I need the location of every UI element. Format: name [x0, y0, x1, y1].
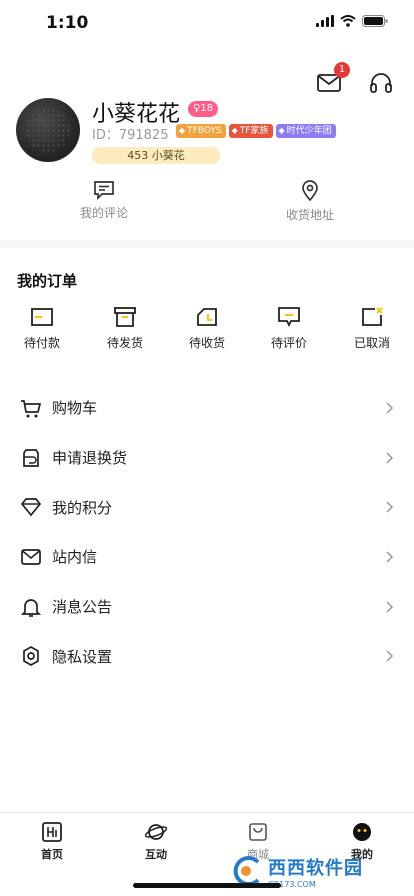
menu-label: 购物车 [52, 399, 98, 418]
avatar[interactable] [16, 98, 80, 162]
section-divider [0, 240, 414, 248]
order-label: 待评价 [270, 336, 307, 350]
message-badge: 1 [334, 62, 350, 78]
tab-interact[interactable]: 互动 [126, 821, 186, 862]
orders-title: 我的订单 [17, 272, 78, 290]
bag-icon [249, 823, 267, 841]
fan-tag: ◆ TFBOYS [176, 124, 226, 138]
menu-label: 隐私设置 [52, 647, 113, 666]
tab-label: 互动 [145, 848, 167, 861]
status-bar: 1:10 [0, 0, 414, 46]
watermark-title: 西西软件园 [268, 857, 363, 879]
shipping-address-link[interactable]: 收货地址 [260, 180, 360, 223]
tab-label: 首页 [41, 848, 63, 861]
menu-label: 消息公告 [52, 598, 113, 617]
order-label: 已取消 [353, 336, 390, 350]
smiley-icon [353, 823, 371, 841]
menu-privacy-settings[interactable]: 隐私设置 [0, 631, 414, 681]
gear-icon [23, 646, 39, 667]
tab-bar: 首页 互动 商城 我的 西西软件园 CR173.COM [0, 812, 414, 896]
chevron-right-icon [386, 650, 394, 662]
order-label: 待付款 [23, 336, 60, 350]
menu-label: 站内信 [52, 548, 98, 567]
order-cancelled[interactable]: 已取消 [342, 306, 402, 351]
location-icon [302, 180, 318, 202]
review-icon [278, 307, 300, 328]
wallet-icon [31, 308, 53, 326]
chevron-right-icon [386, 402, 394, 414]
truck-icon [197, 308, 217, 326]
tab-home[interactable]: 首页 [22, 821, 82, 862]
level-value: 18 [200, 103, 214, 114]
order-label: 待发货 [106, 336, 143, 350]
headset-icon [370, 73, 392, 93]
watermark-logo [233, 856, 260, 886]
mail-icon [21, 549, 41, 565]
wifi-icon [340, 15, 356, 27]
order-pending-review[interactable]: 待评价 [259, 306, 319, 351]
chevron-right-icon [386, 601, 394, 613]
cancel-icon [362, 307, 383, 326]
level-badge: ♀18 [188, 101, 219, 117]
menu-label: 申请退换货 [52, 449, 128, 468]
home-indicator [133, 883, 281, 888]
chevron-right-icon [386, 501, 394, 513]
diamond-icon: ◆ [179, 126, 186, 135]
comment-icon [94, 181, 114, 200]
diamond-icon: ◆ [231, 126, 238, 135]
menu-points[interactable]: 我的积分 [0, 482, 414, 532]
fan-tag: ◆ TF家族 [228, 124, 273, 138]
quick-links: 我的评论 收货地址 [0, 180, 414, 222]
fan-tags: ◆ TFBOYS ◆ TF家族 ◆ 时代少年团 [176, 124, 336, 138]
menu-return-request[interactable]: 申请退换货 [0, 433, 414, 483]
menu-label: 我的积分 [52, 498, 113, 517]
order-status-row: 待付款 待发货 待收货 待评价 已取消 [0, 306, 414, 352]
support-button[interactable] [368, 70, 394, 96]
status-time: 1:10 [46, 13, 89, 33]
home-icon [42, 822, 62, 842]
menu-cart[interactable]: 购物车 [0, 383, 414, 433]
order-pending-shipment[interactable]: 待发货 [95, 306, 155, 351]
order-label: 待收货 [188, 336, 225, 350]
status-icons [316, 15, 388, 27]
fan-tag: ◆ 时代少年团 [275, 124, 336, 138]
menu-announcements[interactable]: 消息公告 [0, 582, 414, 632]
order-pending-payment[interactable]: 待付款 [12, 306, 72, 351]
order-pending-receipt[interactable]: 待收货 [177, 306, 237, 351]
cart-icon [21, 399, 42, 418]
profile-card[interactable]: 小葵花花 ♀18 ID：791825 ◆ TFBOYS ◆ TF家族 ◆ 时代少年团 … [16, 98, 398, 168]
watermark-sub: CR173.COM [268, 879, 316, 889]
bell-icon [20, 598, 42, 617]
signal-icon [316, 15, 334, 27]
battery-icon [362, 15, 388, 27]
planet-icon [144, 824, 168, 840]
mail-button[interactable]: 1 [316, 62, 350, 96]
points-pill[interactable]: 453 小葵花 [92, 147, 220, 164]
settings-menu: 购物车 申请退换货 我的积分 站内信 消息公告 隐私设置 [0, 383, 414, 681]
diamond-icon [20, 498, 42, 517]
chevron-right-icon [386, 551, 394, 563]
quick-link-label: 我的评论 [79, 206, 128, 220]
header-actions: 1 [316, 62, 394, 96]
my-comments-link[interactable]: 我的评论 [54, 180, 154, 221]
box-icon [114, 307, 136, 327]
diamond-icon: ◆ [278, 126, 285, 135]
return-icon [23, 448, 39, 467]
user-id: ID：791825 [92, 128, 169, 143]
chevron-right-icon [386, 452, 394, 464]
quick-link-label: 收货地址 [285, 208, 334, 222]
menu-inbox[interactable]: 站内信 [0, 532, 414, 582]
